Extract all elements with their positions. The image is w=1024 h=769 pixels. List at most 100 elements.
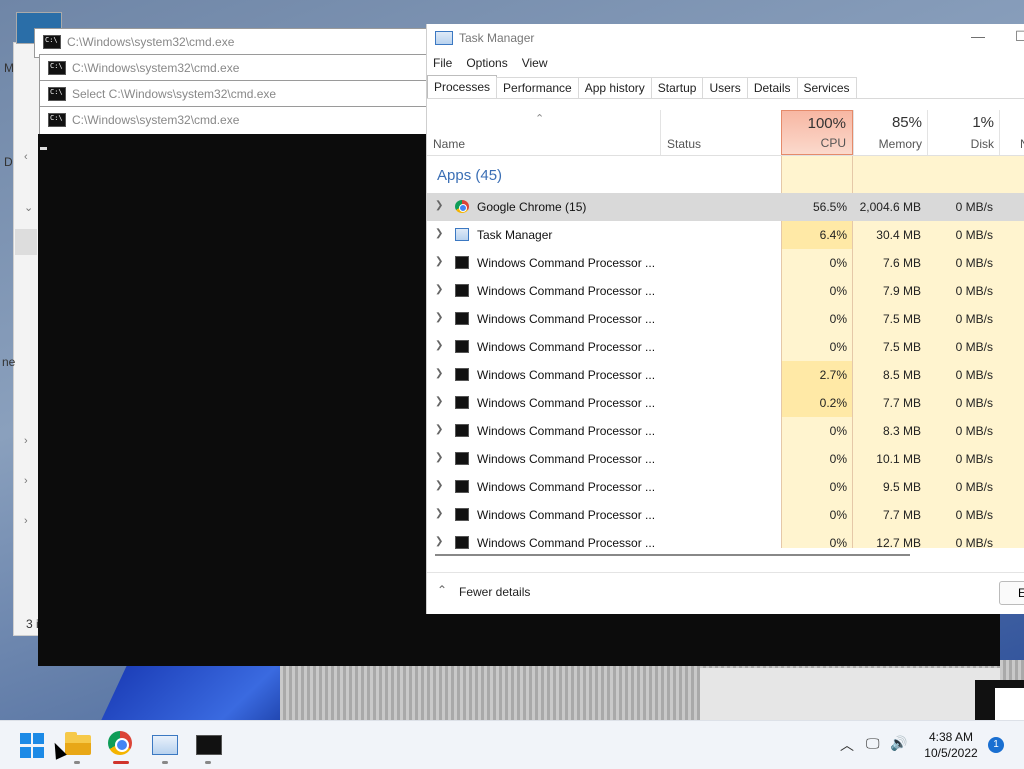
chevron-right-icon[interactable]: › xyxy=(24,515,28,527)
console-area-lower[interactable] xyxy=(38,614,1000,666)
tab-app-history[interactable]: App history xyxy=(577,77,652,98)
minimize-icon[interactable]: — xyxy=(971,28,985,44)
expand-chevron-icon[interactable]: ❯ xyxy=(435,452,443,463)
expand-chevron-icon[interactable]: ❯ xyxy=(435,340,443,351)
process-cpu: 0% xyxy=(829,340,847,354)
process-row[interactable]: ❯ Task Manager 6.4% 30.4 MB 0 MB/s xyxy=(427,221,1024,249)
tab-details[interactable]: Details xyxy=(746,77,798,98)
chevron-left-icon[interactable]: ‹ xyxy=(24,151,28,163)
process-row[interactable]: ❯ Windows Command Processor ... 0% 7.7 MB 0 … xyxy=(427,501,1024,529)
process-cpu: 0% xyxy=(829,312,847,326)
column-status[interactable]: Status xyxy=(660,110,782,155)
column-network[interactable]: N xyxy=(999,110,1024,155)
chevron-right-icon[interactable]: › xyxy=(24,475,28,487)
background-window-strip-light xyxy=(700,668,1000,720)
process-memory: 9.5 MB xyxy=(882,480,921,494)
process-name: Windows Command Processor ... xyxy=(477,424,656,438)
process-row[interactable]: ❯ Windows Command Processor ... 0% 7.5 MB 0 … xyxy=(427,333,1024,361)
column-disk[interactable]: 1% Disk xyxy=(927,110,1000,155)
process-memory: 7.6 MB xyxy=(882,256,921,270)
cpu-total: 100% xyxy=(807,115,846,132)
process-memory: 7.5 MB xyxy=(882,312,921,326)
tab-performance[interactable]: Performance xyxy=(496,77,579,98)
volume-icon[interactable]: 🔊 xyxy=(890,735,907,752)
column-memory[interactable]: 85% Memory xyxy=(853,110,928,155)
clock-time: 4:38 AM xyxy=(928,730,974,744)
column-name[interactable]: Name xyxy=(427,110,660,155)
chevron-down-icon[interactable]: ⌄ xyxy=(24,201,33,214)
chrome-icon[interactable] xyxy=(108,731,132,755)
process-row[interactable]: ❯ Windows Command Processor ... 0% 8.3 MB 0 … xyxy=(427,417,1024,445)
process-disk: 0 MB/s xyxy=(955,508,993,522)
chevron-up-icon[interactable]: ︿ xyxy=(840,735,854,755)
expand-chevron-icon[interactable]: ❯ xyxy=(435,200,443,211)
expand-chevron-icon[interactable]: ❯ xyxy=(435,368,443,379)
process-row[interactable]: ❯ Windows Command Processor ... 0% 7.5 MB 0 … xyxy=(427,305,1024,333)
expand-chevron-icon[interactable]: ❯ xyxy=(435,312,443,323)
chevron-right-icon[interactable]: › xyxy=(24,435,28,447)
explorer-label: D xyxy=(4,155,13,169)
menu-file[interactable]: File xyxy=(433,56,452,70)
menu-view[interactable]: View xyxy=(522,56,548,70)
cmd-icon xyxy=(48,113,66,127)
column-cpu[interactable]: 100% CPU xyxy=(781,110,853,155)
active-indicator xyxy=(113,761,129,764)
console-area[interactable] xyxy=(38,134,426,614)
disk-total: 1% xyxy=(972,114,994,131)
fewer-details-button[interactable]: Fewer details xyxy=(459,585,530,599)
process-row[interactable]: ❯ Windows Command Processor ... 0% 10.1 MB 0… xyxy=(427,445,1024,473)
expand-chevron-icon[interactable]: ❯ xyxy=(435,256,443,267)
task-manager-icon[interactable] xyxy=(152,735,178,755)
process-name: Windows Command Processor ... xyxy=(477,284,656,298)
scrollbar-thumb[interactable] xyxy=(435,554,910,556)
process-cpu: 0% xyxy=(829,284,847,298)
task-manager-window[interactable]: Task Manager — ☐ File Options View Proce… xyxy=(426,24,1024,614)
process-row[interactable]: ❯ Google Chrome (15) 56.5% 2,004.6 MB 0 MB/s xyxy=(427,193,1024,221)
task-manager-icon xyxy=(435,31,453,45)
process-memory: 30.4 MB xyxy=(876,228,921,242)
process-cpu: 56.5% xyxy=(812,200,847,214)
expand-chevron-icon[interactable]: ❯ xyxy=(435,396,443,407)
menu-options[interactable]: Options xyxy=(466,56,507,70)
chrome-icon xyxy=(455,200,469,213)
process-name: Windows Command Processor ... xyxy=(477,340,656,354)
notification-badge[interactable]: 1 xyxy=(988,737,1004,753)
expand-chevron-icon[interactable]: ❯ xyxy=(435,536,443,547)
file-explorer-icon[interactable] xyxy=(65,732,91,755)
cmd-window-title: C:\Windows\system32\cmd.exe xyxy=(72,61,240,75)
cmd-icon xyxy=(455,480,469,493)
tab-startup[interactable]: Startup xyxy=(650,77,704,98)
end-task-button[interactable]: E xyxy=(999,581,1024,605)
start-icon[interactable] xyxy=(20,733,46,759)
process-row[interactable]: ❯ Windows Command Processor ... 0% 9.5 MB 0 … xyxy=(427,473,1024,501)
expand-chevron-icon[interactable]: ❯ xyxy=(435,284,443,295)
expand-chevron-icon[interactable]: ❯ xyxy=(435,480,443,491)
tab-services[interactable]: Services xyxy=(796,77,857,98)
process-memory: 8.3 MB xyxy=(882,424,921,438)
chevron-up-icon[interactable]: ⌃ xyxy=(437,583,447,597)
tab-processes[interactable]: Processes xyxy=(427,75,498,98)
clock[interactable]: 4:38 AM 10/5/2022 xyxy=(918,729,984,761)
clock-date: 10/5/2022 xyxy=(924,746,978,760)
tab-users[interactable]: Users xyxy=(702,77,748,98)
process-memory: 7.7 MB xyxy=(882,508,921,522)
maximize-icon[interactable]: ☐ xyxy=(1015,28,1024,45)
horizontal-scrollbar[interactable] xyxy=(427,548,1024,562)
title-bar[interactable]: Task Manager — ☐ xyxy=(427,24,1024,52)
taskbar: ︿ 🖵 🔊 4:38 AM 10/5/2022 1 xyxy=(0,720,1024,769)
process-row[interactable]: ❯ Windows Command Processor ... 2.7% 8.5 MB… xyxy=(427,361,1024,389)
console-cursor xyxy=(40,147,47,150)
cmd-window-active[interactable]: C:\Windows\system32\cmd.exe xyxy=(39,106,428,136)
explorer-selected-item[interactable] xyxy=(15,229,37,255)
expand-chevron-icon[interactable]: ❯ xyxy=(435,228,443,239)
cmd-icon[interactable] xyxy=(196,735,222,755)
expand-chevron-icon[interactable]: ❯ xyxy=(435,508,443,519)
cmd-icon xyxy=(455,424,469,437)
expand-chevron-icon[interactable]: ❯ xyxy=(435,424,443,435)
process-row[interactable]: ❯ Windows Command Processor ... 0% 7.9 MB 0 … xyxy=(427,277,1024,305)
process-disk: 0 MB/s xyxy=(955,200,993,214)
network-icon[interactable]: 🖵 xyxy=(866,735,880,752)
process-row[interactable]: ❯ Windows Command Processor ... 0% 7.6 MB 0 … xyxy=(427,249,1024,277)
process-row[interactable]: ❯ Windows Command Processor ... 0.2% 7.7 MB… xyxy=(427,389,1024,417)
cmd-icon xyxy=(48,61,66,75)
